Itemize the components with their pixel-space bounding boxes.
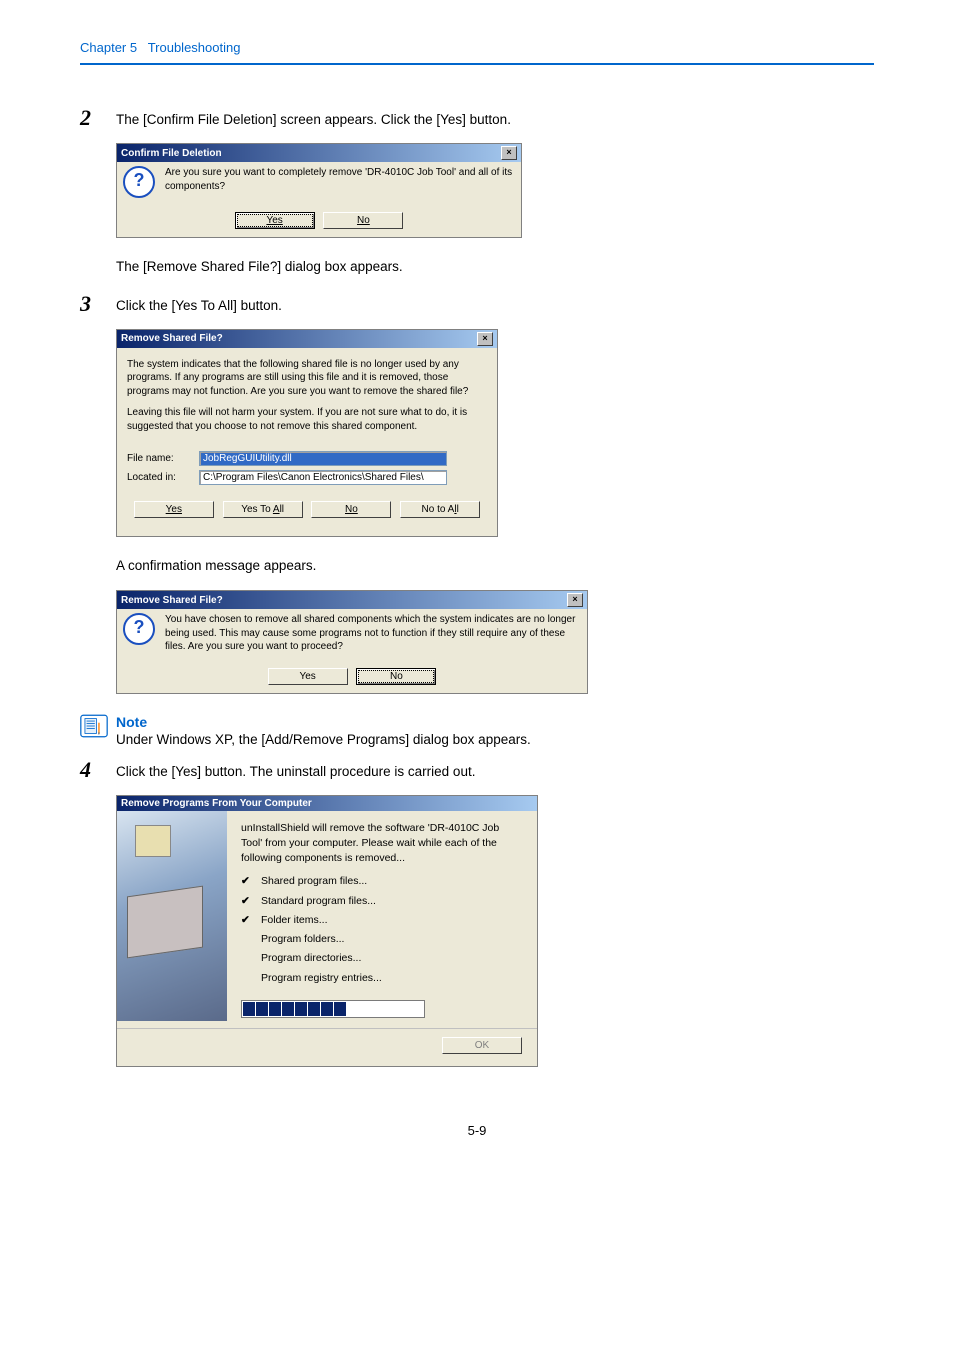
titlebar: Remove Shared File? × [117,591,587,609]
chapter-label: Chapter 5 [80,40,137,55]
dialog-remove-shared-file: Remove Shared File? × The system indicat… [116,329,498,538]
remove-item-list: ✔Shared program files... ✔Standard progr… [241,866,523,987]
list-item: Program directories... [241,949,523,968]
wizard-graphic [117,811,227,1021]
close-icon[interactable]: × [501,146,517,160]
dialog-title: Confirm File Deletion [121,148,222,159]
list-item: ✔Standard program files... [241,892,523,911]
yes-button[interactable]: Yes [235,212,315,229]
dialog-confirm-file-deletion: Confirm File Deletion × ? Are you sure y… [116,143,522,238]
dialog-title: Remove Shared File? [121,595,223,606]
running-header: Chapter 5 Troubleshooting [80,40,874,65]
step-text: Click the [Yes] button. The uninstall pr… [116,757,475,782]
titlebar: Confirm File Deletion × [117,144,521,162]
yes-button[interactable]: Yes [268,668,348,685]
located-in-input[interactable]: C:\Program Files\Canon Electronics\Share… [199,470,447,485]
step3-after-text: A confirmation message appears. [116,557,874,576]
note-icon [80,714,108,738]
dialog-message: You have chosen to remove all shared com… [165,613,581,654]
file-name-label: File name: [127,453,199,464]
step2-after-text: The [Remove Shared File?] dialog box app… [116,258,874,277]
titlebar: Remove Programs From Your Computer [117,796,537,811]
note-block: Note Under Windows XP, the [Add/Remove P… [80,714,874,747]
dialog-title: Remove Shared File? [121,333,223,344]
yes-to-all-button[interactable]: Yes To All [223,501,303,518]
dialog-title: Remove Programs From Your Computer [121,798,312,809]
no-to-all-button[interactable]: No to All [400,501,480,518]
question-icon: ? [123,166,155,198]
list-item: ✔Folder items... [241,911,523,930]
step-text: Click the [Yes To All] button. [116,291,282,316]
note-heading: Note [116,714,531,730]
check-icon: ✔ [241,894,250,909]
list-item: Program folders... [241,930,523,949]
located-in-row: Located in: C:\Program Files\Canon Elect… [127,470,487,485]
remove-lead-text: unInstallShield will remove the software… [241,821,523,867]
progress-bar [241,1000,425,1018]
step-number: 2 [80,105,116,131]
file-name-row: File name: JobRegGUIUtility.dll [127,451,487,466]
list-item: ✔Shared program files... [241,872,523,891]
close-icon[interactable]: × [567,593,583,607]
question-icon: ? [123,613,155,645]
located-in-label: Located in: [127,472,199,483]
check-icon: ✔ [241,874,250,889]
step-text: The [Confirm File Deletion] screen appea… [116,105,511,130]
shared-para-1: The system indicates that the following … [127,358,487,399]
step-3: 3 Click the [Yes To All] button. [80,291,874,317]
note-text: Under Windows XP, the [Add/Remove Progra… [116,732,531,747]
chapter-title: Troubleshooting [148,40,241,55]
dialog-message: Are you sure you want to completely remo… [165,166,515,193]
step-4: 4 Click the [Yes] button. The uninstall … [80,757,874,783]
close-icon[interactable]: × [477,332,493,346]
step-number: 3 [80,291,116,317]
no-button[interactable]: No [356,668,436,685]
page-number: 5-9 [80,1123,874,1138]
dialog-remove-shared-confirm: Remove Shared File? × ? You have chosen … [116,590,588,694]
no-button[interactable]: No [311,501,391,518]
step-number: 4 [80,757,116,783]
list-item: Program registry entries... [241,969,523,988]
step-2: 2 The [Confirm File Deletion] screen app… [80,105,874,131]
yes-button[interactable]: Yes [134,501,214,518]
file-name-input[interactable]: JobRegGUIUtility.dll [199,451,447,466]
no-button[interactable]: No [323,212,403,229]
shared-para-2: Leaving this file will not harm your sys… [127,406,487,433]
titlebar: Remove Shared File? × [117,330,497,348]
dialog-remove-programs: Remove Programs From Your Computer unIns… [116,795,538,1067]
check-icon: ✔ [241,913,250,928]
ok-button[interactable]: OK [442,1037,522,1054]
